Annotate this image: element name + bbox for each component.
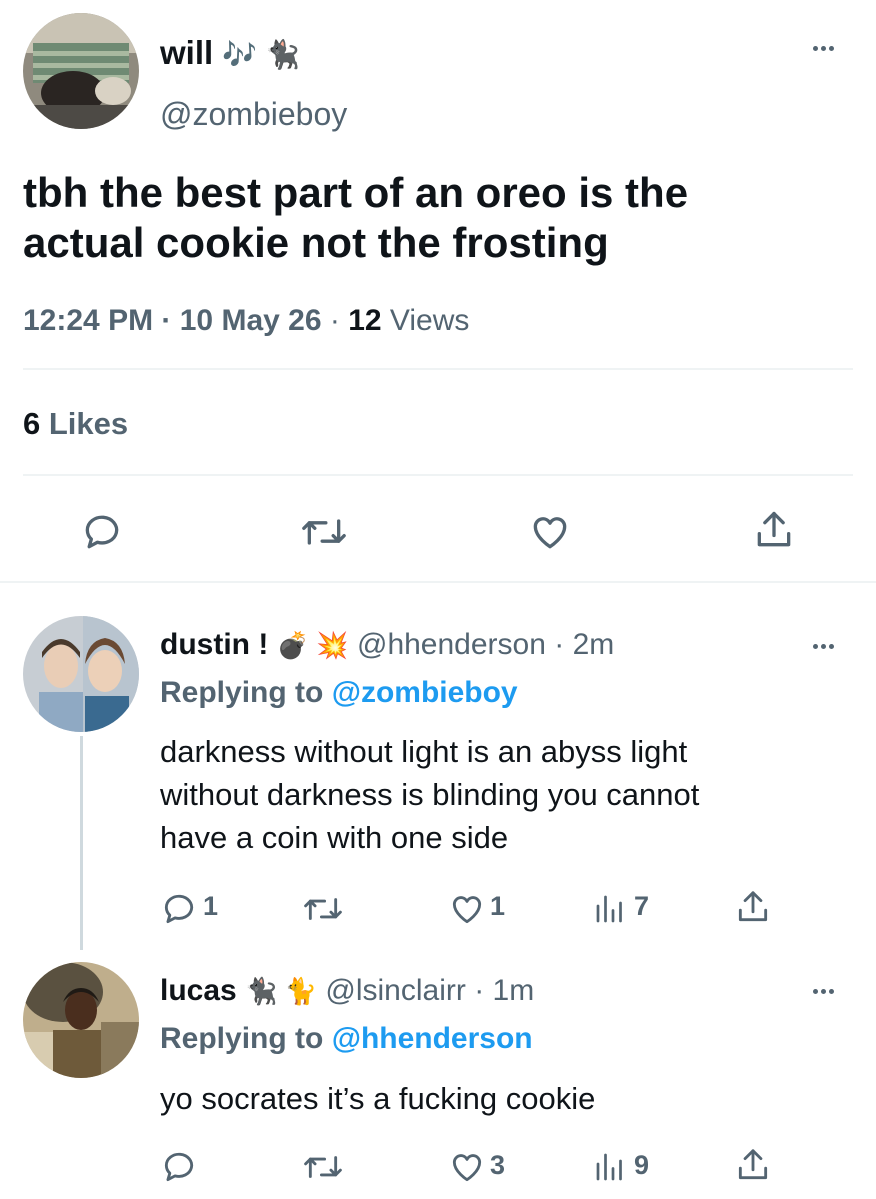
thread-line — [80, 736, 83, 950]
name-emoji: 🎶 🐈‍⬛ — [222, 39, 300, 70]
reply-icon[interactable] — [160, 890, 198, 928]
reply-header: dustin ! 💣 💥 @hhenderson · 2m — [160, 628, 614, 662]
meta-separator: · — [474, 974, 485, 1007]
avatar-dustin[interactable] — [23, 616, 139, 732]
views-count: 7 — [634, 891, 650, 921]
tweet-text: tbh the best part of an oreo is the actu… — [23, 168, 688, 268]
replying-to: Replying to @hhenderson — [160, 1022, 533, 1056]
display-name[interactable]: will 🎶 🐈‍⬛ — [160, 34, 300, 72]
reply-age[interactable]: 1m — [493, 974, 535, 1007]
tweet-time[interactable]: 12:24 PM — [23, 304, 153, 337]
meta-separator: · — [161, 304, 180, 337]
replying-to: Replying to @zombieboy — [160, 676, 518, 710]
tweet-meta: 12:24 PM · 10 May 26 · 12 Views — [23, 304, 469, 338]
tweet-date[interactable]: 10 May 26 — [180, 304, 322, 337]
views-label: Views — [389, 304, 470, 337]
reply-text: yo socrates it’s a fucking cookie — [160, 1081, 596, 1116]
share-icon[interactable] — [734, 1146, 772, 1184]
likes-label: Likes — [48, 406, 129, 441]
retweet-icon[interactable] — [300, 510, 348, 554]
display-name-text[interactable]: will — [160, 34, 213, 71]
replying-to-label: Replying to — [160, 1022, 324, 1055]
handle[interactable]: @lsinclairr — [325, 974, 465, 1007]
retweet-icon[interactable] — [302, 1148, 344, 1186]
reply-age[interactable]: 2m — [573, 628, 615, 661]
replying-to-handle[interactable]: @zombieboy — [332, 676, 518, 709]
section-divider — [0, 581, 876, 583]
more-options-icon[interactable] — [813, 644, 834, 649]
tweet-text-line: actual cookie not the frosting — [23, 219, 609, 266]
views-icon[interactable] — [592, 1148, 628, 1186]
avatar-lucas[interactable] — [23, 962, 139, 1078]
divider — [23, 368, 853, 370]
reply-icon[interactable] — [160, 1148, 198, 1186]
reply-icon[interactable] — [80, 510, 124, 554]
share-icon[interactable] — [752, 508, 796, 552]
likes-stat[interactable]: 6 Likes — [23, 406, 128, 442]
share-icon[interactable] — [734, 888, 772, 926]
views-icon[interactable] — [592, 890, 628, 928]
reply-text: darkness without light is an abyss light… — [160, 730, 699, 859]
divider — [23, 474, 853, 476]
like-count: 3 — [490, 1150, 506, 1180]
meta-separator: · — [329, 304, 349, 337]
like-icon[interactable] — [447, 1148, 487, 1186]
name-emoji: 🐈‍⬛ 🐈 — [245, 976, 318, 1006]
likes-count: 6 — [23, 406, 41, 441]
handle[interactable]: @hhenderson — [357, 628, 546, 661]
reply-count: 1 — [203, 891, 219, 921]
avatar-will[interactable] — [23, 13, 139, 129]
like-icon[interactable] — [527, 510, 573, 554]
replying-to-label: Replying to — [160, 676, 324, 709]
reply-header: lucas 🐈‍⬛ 🐈 @lsinclairr · 1m — [160, 974, 534, 1008]
replying-to-handle[interactable]: @hhenderson — [332, 1022, 533, 1055]
like-icon[interactable] — [447, 890, 487, 928]
handle[interactable]: @zombieboy — [160, 96, 347, 133]
reply-text-line: without darkness is blinding you cannot — [160, 777, 700, 812]
display-name[interactable]: dustin ! — [160, 628, 268, 661]
more-options-icon[interactable] — [813, 989, 834, 994]
views-count: 12 — [348, 304, 382, 337]
reply-text-line: darkness without light is an abyss light — [160, 734, 688, 769]
tweet-text-line: tbh the best part of an oreo is the — [23, 169, 689, 216]
reply-text-line: have a coin with one side — [160, 820, 509, 855]
views-count: 9 — [634, 1150, 650, 1180]
like-count: 1 — [490, 891, 506, 921]
retweet-icon[interactable] — [302, 890, 344, 928]
meta-separator: · — [554, 628, 565, 661]
display-name[interactable]: lucas — [160, 974, 237, 1007]
name-emoji: 💣 💥 — [276, 630, 349, 660]
more-options-icon[interactable] — [813, 46, 834, 51]
